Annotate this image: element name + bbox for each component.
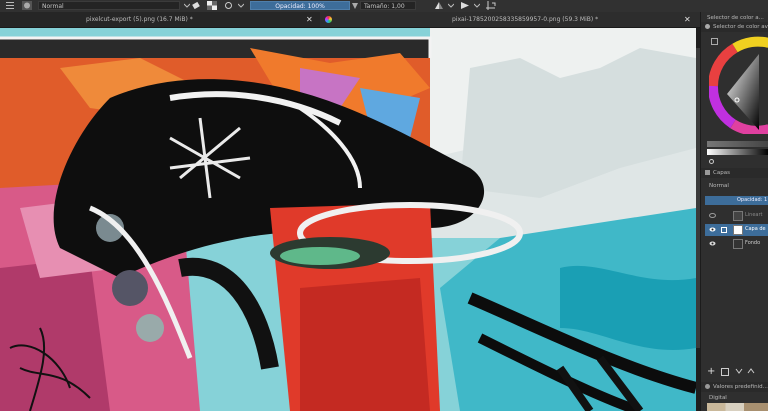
- layer-name: Lineart: [745, 212, 763, 218]
- presets-filter-select[interactable]: Digital: [709, 394, 727, 402]
- close-icon[interactable]: ✕: [684, 12, 691, 27]
- layers-title: Capas: [713, 170, 730, 176]
- layer-name: Capa de: [745, 226, 766, 232]
- layer-thumbnail: [733, 225, 743, 235]
- close-icon[interactable]: ✕: [306, 12, 313, 27]
- tab-pixai[interactable]: pixai-1785200258335859957-0.png (59.3 Mi…: [320, 12, 700, 27]
- eye-icon[interactable]: [709, 226, 716, 233]
- brush-size-slider[interactable]: Tamaño: 1,00 px: [360, 1, 416, 19]
- eye-icon[interactable]: [709, 212, 716, 219]
- tab-pixelcut-export[interactable]: pixelcut-export (5).png (16.7 MiB) * ✕: [0, 12, 318, 27]
- layer-row-fondo[interactable]: Fondo: [705, 238, 768, 250]
- layer-row-capa[interactable]: Capa de: [705, 224, 768, 236]
- menu-lines-icon[interactable]: [6, 1, 14, 10]
- krita-file-icon: [325, 16, 332, 23]
- slider-handle-icon[interactable]: [709, 159, 714, 164]
- duplicate-layer-icon[interactable]: [721, 368, 729, 376]
- tab-label: pixai-1785200258335859957-0.png (59.3 Mi…: [452, 16, 599, 23]
- layers-header: Capas: [701, 168, 768, 178]
- image-canvas[interactable]: [0, 28, 696, 411]
- color-preview-bar[interactable]: [707, 141, 768, 147]
- color-selector-icon: [705, 24, 710, 29]
- docker-panel: Selector de color a... Selector de color…: [700, 12, 768, 411]
- layer-opacity-slider[interactable]: Opacidad: 1: [705, 196, 768, 205]
- chevron-down-icon[interactable]: [735, 367, 743, 377]
- wrap-around-icon[interactable]: [486, 1, 496, 10]
- layer-row-lineart[interactable]: Lineart: [705, 210, 768, 222]
- reload-icon[interactable]: [224, 1, 233, 10]
- alpha-lock-icon[interactable]: [207, 1, 217, 10]
- chevron-down-icon: [447, 1, 455, 10]
- layer-actions-bar: +: [701, 366, 768, 378]
- layer-blend-mode-select[interactable]: Normal: [709, 182, 729, 190]
- presets-icon: [705, 384, 710, 389]
- preset-thumbnails[interactable]: [707, 403, 768, 411]
- chevron-down-icon: [473, 1, 481, 10]
- layers-icon: [705, 170, 710, 175]
- layer-thumbnail: [733, 211, 743, 221]
- color-selector-title: Selector de color a...: [707, 15, 764, 21]
- mirror-horizontal-icon[interactable]: [434, 1, 444, 10]
- brush-preset-icon[interactable]: [22, 1, 32, 10]
- eraser-icon[interactable]: [192, 1, 200, 10]
- color-selector-subtitle: Selector de color av...: [713, 24, 768, 30]
- value-gradient-bar[interactable]: [707, 149, 768, 155]
- add-layer-icon[interactable]: +: [707, 366, 715, 378]
- chevron-down-icon: [183, 1, 191, 10]
- artwork-image: [0, 28, 696, 411]
- layer-opacity-label: Opacidad: 1: [737, 197, 768, 203]
- document-tab-bar: pixelcut-export (5).png (16.7 MiB) * ✕ p…: [0, 12, 700, 28]
- presets-title: Valores predefinid...: [713, 384, 768, 390]
- chevron-down-icon: [237, 1, 245, 10]
- color-selector-header: Selector de color av...: [701, 22, 768, 32]
- presets-header: Valores predefinid...: [701, 382, 768, 392]
- layer-name: Fondo: [745, 240, 761, 246]
- tab-label: pixelcut-export (5).png (16.7 MiB) *: [86, 16, 193, 23]
- layer-thumbnail: [733, 239, 743, 249]
- opacity-slider[interactable]: Opacidad: 100%: [250, 1, 350, 10]
- chevron-up-icon[interactable]: [747, 367, 755, 377]
- color-wheel[interactable]: [709, 34, 768, 134]
- mirror-vertical-icon[interactable]: [460, 1, 470, 10]
- layer-select-checkbox[interactable]: [721, 227, 727, 233]
- opacity-reset-icon[interactable]: [352, 1, 358, 10]
- blend-mode-select[interactable]: Normal: [38, 1, 180, 10]
- eye-icon[interactable]: [709, 240, 716, 247]
